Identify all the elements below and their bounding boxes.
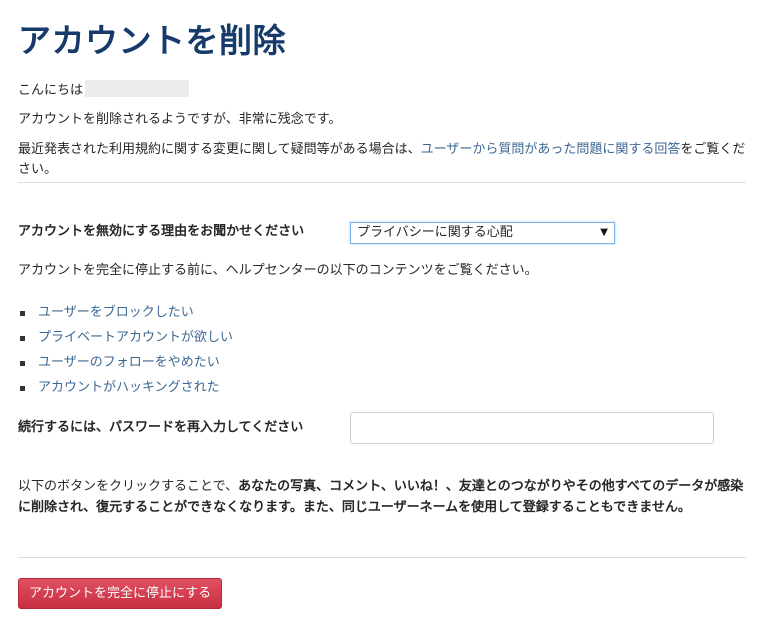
list-item: アカウントがハッキングされた bbox=[18, 375, 233, 400]
password-input[interactable] bbox=[350, 412, 714, 444]
help-links-list: ユーザーをブロックしたい プライベートアカウントが欲しい ユーザーのフォローをや… bbox=[18, 300, 233, 400]
bullet-icon bbox=[20, 361, 25, 366]
greeting-text: こんにちは bbox=[18, 83, 84, 98]
list-item: ユーザーをブロックしたい bbox=[18, 300, 233, 325]
page-title: アカウントを削除 bbox=[18, 21, 286, 60]
help-intro: アカウントを完全に停止する前に、ヘルプセンターの以下のコンテンツをご覧ください。 bbox=[18, 263, 538, 278]
bullet-icon bbox=[20, 311, 25, 316]
list-item: ユーザーのフォローをやめたい bbox=[18, 350, 233, 375]
bullet-icon bbox=[20, 386, 25, 391]
warning-text-plain: 以下のボタンをクリックすることで、 bbox=[18, 479, 239, 494]
help-link-unfollow[interactable]: ユーザーのフォローをやめたい bbox=[38, 355, 220, 370]
deletion-warning: 以下のボタンをクリックすることで、あなたの写真、コメント、いいね！、友達とのつな… bbox=[18, 476, 746, 518]
dropdown-arrow-icon: ▼ bbox=[600, 227, 608, 238]
password-label: 続行するには、パスワードを再入力してください bbox=[18, 420, 304, 435]
faq-link[interactable]: ユーザーから質問があった問題に関する回答 bbox=[421, 142, 681, 157]
terms-notice: 最近発表された利用規約に関する変更に関して疑問等がある場合は、ユーザーから質問が… bbox=[18, 140, 746, 180]
reason-select-value: プライバシーに関する心配 bbox=[357, 225, 513, 240]
deactivate-account-button[interactable]: アカウントを完全に停止にする bbox=[18, 578, 223, 609]
reason-label: アカウントを無効にする理由をお聞かせください bbox=[18, 224, 305, 239]
divider-bottom bbox=[18, 557, 746, 558]
help-link-block-users[interactable]: ユーザーをブロックしたい bbox=[38, 305, 194, 320]
sorry-message: アカウントを削除されるようですが、非常に残念です。 bbox=[18, 112, 342, 127]
greeting: こんにちは bbox=[18, 80, 190, 101]
help-link-hacked-account[interactable]: アカウントがハッキングされた bbox=[38, 380, 220, 395]
bullet-icon bbox=[20, 336, 25, 341]
masked-username bbox=[85, 80, 190, 97]
list-item: プライベートアカウントが欲しい bbox=[18, 325, 233, 350]
help-link-private-account[interactable]: プライベートアカウントが欲しい bbox=[38, 330, 233, 345]
reason-select[interactable]: プライバシーに関する心配 ▼ bbox=[350, 222, 615, 244]
divider-top bbox=[18, 182, 746, 183]
terms-text-before: 最近発表された利用規約に関する変更に関して疑問等がある場合は、 bbox=[18, 142, 421, 157]
